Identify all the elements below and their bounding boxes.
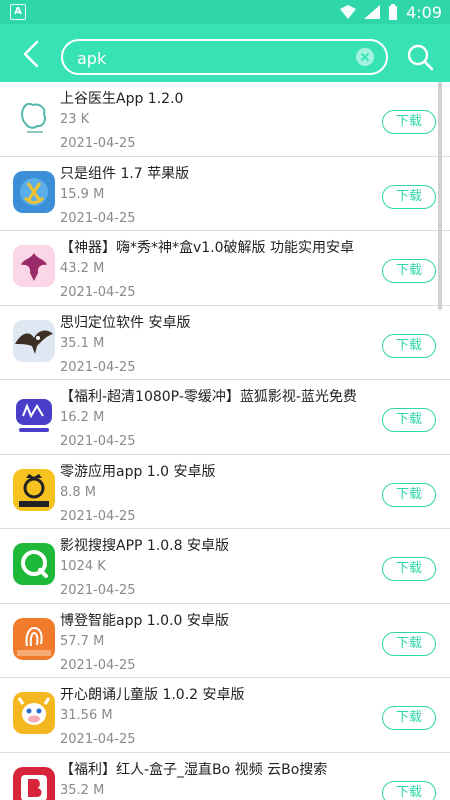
list-item[interactable]: 开心朗诵儿童版 1.0.2 安卓版 31.56 M 2021-04-25 下载 xyxy=(0,678,450,753)
app-title: 开心朗诵儿童版 1.0.2 安卓版 xyxy=(60,687,245,703)
cow-icon xyxy=(13,692,55,734)
search-bubble-icon xyxy=(13,543,55,585)
status-bar: A 4:09 xyxy=(0,0,450,24)
eagle-icon xyxy=(13,319,55,362)
app-title: 零游应用app 1.0 安卓版 xyxy=(60,463,216,480)
app-title: 影视搜搜APP 1.0.8 安卓版 xyxy=(60,538,229,554)
back-arrow-icon[interactable] xyxy=(18,39,44,69)
app-size: 16.2 M xyxy=(60,410,105,425)
brain-icon xyxy=(13,96,55,138)
notification-icon: A xyxy=(10,4,26,20)
list-item[interactable]: 影视搜搜APP 1.0.8 安卓版 1024 K 2021-04-25 下载 xyxy=(0,529,450,604)
app-size: 8.8 M xyxy=(60,484,97,500)
app-title: 【神器】嗨*秀*神*盒v1.0破解版 功能实用安卓 xyxy=(60,240,354,256)
list-item[interactable]: 只是组件 1.7 苹果版 15.9 M 2021-04-25 下载 xyxy=(0,157,450,231)
app-title: 上谷医生App 1.2.0 xyxy=(60,91,184,107)
scrollbar[interactable] xyxy=(438,82,442,310)
app-size: 35.2 M xyxy=(60,782,105,798)
app-size: 43.2 M xyxy=(60,261,105,276)
download-button[interactable]: 下载 xyxy=(382,557,436,581)
download-button[interactable]: 下载 xyxy=(382,482,436,507)
signal-icon xyxy=(340,5,357,19)
app-date: 2021-04-25 xyxy=(60,732,136,747)
app-size: 1024 K xyxy=(60,559,106,574)
red-b-icon xyxy=(13,766,55,800)
wifi-icon xyxy=(364,5,381,19)
app-title: 【福利】红人-盒子_湿直Bo 视频 云Bo搜索 xyxy=(60,761,328,778)
list-item[interactable]: 【福利】红人-盒子_湿直Bo 视频 云Bo搜索 35.2 M 下载 xyxy=(0,753,450,800)
fingerprint-icon xyxy=(13,617,55,660)
download-button[interactable]: 下载 xyxy=(382,110,436,134)
app-size: 57.7 M xyxy=(60,633,105,649)
crown-icon xyxy=(13,468,55,511)
download-button[interactable]: 下载 xyxy=(382,333,436,358)
app-title: 【福利-超清1080P-零缓冲】蓝狐影视-蓝光免费 xyxy=(60,389,357,405)
app-date: 2021-04-25 xyxy=(60,508,136,524)
list-item[interactable]: 博登智能app 1.0.0 安卓版 57.7 M 2021-04-25 下载 xyxy=(0,604,450,678)
battery-icon xyxy=(389,4,398,20)
app-bar xyxy=(0,24,450,82)
app-size: 15.9 M xyxy=(60,186,105,202)
list-item[interactable]: 上谷医生App 1.2.0 23 K 2021-04-25 下载 xyxy=(0,82,450,157)
download-button[interactable]: 下载 xyxy=(382,780,436,800)
app-date: 2021-04-25 xyxy=(60,136,136,151)
download-button[interactable]: 下载 xyxy=(382,259,436,283)
app-date: 2021-04-25 xyxy=(60,583,136,598)
app-date: 2021-04-25 xyxy=(60,434,136,449)
list-item[interactable]: 【福利-超清1080P-零缓冲】蓝狐影视-蓝光免费 16.2 M 2021-04… xyxy=(0,380,450,455)
download-button[interactable]: 下载 xyxy=(382,706,436,730)
app-date: 2021-04-25 xyxy=(60,359,136,375)
search-input[interactable] xyxy=(75,41,344,75)
status-icons: 4:09 xyxy=(340,0,442,24)
fairy-icon xyxy=(13,245,55,287)
search-icon[interactable] xyxy=(406,43,434,71)
app-title: 只是组件 1.7 苹果版 xyxy=(60,165,190,182)
list-item[interactable]: 零游应用app 1.0 安卓版 8.8 M 2021-04-25 下载 xyxy=(0,455,450,529)
app-size: 23 K xyxy=(60,112,90,127)
search-box xyxy=(61,39,388,75)
clock: 4:09 xyxy=(406,2,442,22)
download-button[interactable]: 下载 xyxy=(382,184,436,209)
download-button[interactable]: 下载 xyxy=(382,631,436,656)
app-title: 博登智能app 1.0.0 安卓版 xyxy=(60,612,229,629)
list-item[interactable]: 思归定位软件 安卓版 35.1 M 2021-04-25 下载 xyxy=(0,306,450,380)
clear-search-icon[interactable] xyxy=(356,48,374,66)
anchor-app-icon xyxy=(13,170,55,213)
app-size: 31.56 M xyxy=(60,708,113,723)
app-date: 2021-04-25 xyxy=(60,210,136,226)
download-button[interactable]: 下载 xyxy=(382,408,436,432)
fox-video-icon xyxy=(13,394,55,436)
app-title: 思归定位软件 安卓版 xyxy=(60,314,191,331)
app-date: 2021-04-25 xyxy=(60,657,136,673)
app-size: 35.1 M xyxy=(60,335,105,351)
list-item[interactable]: 【神器】嗨*秀*神*盒v1.0破解版 功能实用安卓 43.2 M 2021-04… xyxy=(0,231,450,306)
search-results-list[interactable]: 上谷医生App 1.2.0 23 K 2021-04-25 下载 只是组件 1.… xyxy=(0,82,450,800)
app-date: 2021-04-25 xyxy=(60,285,136,300)
